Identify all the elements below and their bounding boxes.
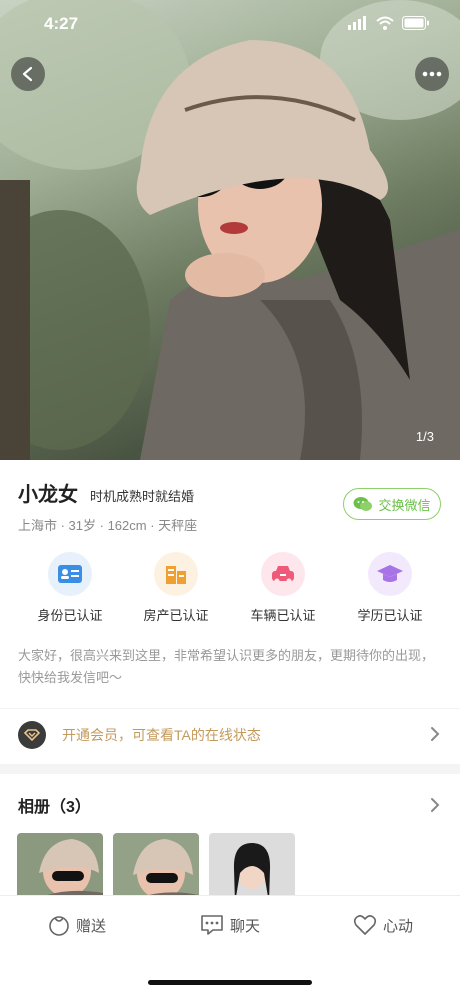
album-chevron-right-icon[interactable] xyxy=(430,797,440,813)
building-icon xyxy=(154,552,198,596)
wifi-icon xyxy=(376,16,394,30)
signal-icon xyxy=(348,16,366,30)
exchange-wechat-label: 交换微信 xyxy=(378,497,431,513)
gift-button[interactable]: 赠送 xyxy=(48,914,106,936)
more-dots-icon xyxy=(422,71,442,77)
section-divider xyxy=(0,764,460,774)
vip-diamond-icon xyxy=(18,721,46,749)
verification-badges: 身份已认证 房产已认证 车辆已认证 学历已认证 xyxy=(0,552,460,626)
chevron-right-icon xyxy=(431,727,440,741)
badge-identity-label: 身份已认证 xyxy=(37,608,103,623)
badge-property[interactable]: 房产已认证 xyxy=(121,552,231,624)
chat-button[interactable]: 聊天 xyxy=(200,914,260,936)
like-button[interactable]: 心动 xyxy=(353,914,413,936)
photo-illustration xyxy=(0,0,460,460)
badge-identity[interactable]: 身份已认证 xyxy=(15,552,125,624)
profile-motto: 时机成熟时就结婚 xyxy=(90,489,195,504)
wechat-icon xyxy=(353,497,373,511)
car-icon xyxy=(261,552,305,596)
profile-intro: 大家好，很高兴来到这里，非常希望认识更多的朋友，更期待你的出现，快快给我发信吧～ xyxy=(18,648,435,685)
exchange-wechat-button[interactable]: 交换微信 xyxy=(343,488,441,520)
id-card-icon xyxy=(48,552,92,596)
badge-vehicle[interactable]: 车辆已认证 xyxy=(228,552,338,624)
more-button[interactable] xyxy=(415,57,449,91)
heart-icon xyxy=(353,915,377,935)
chat-label: 聊天 xyxy=(230,917,261,935)
home-indicator xyxy=(148,980,312,985)
graduation-cap-icon xyxy=(368,552,412,596)
chevron-left-icon xyxy=(22,66,33,82)
profile-photo[interactable]: 4:27 1/3 xyxy=(0,0,460,460)
photo-pager: 1/3 xyxy=(415,429,434,444)
chat-icon xyxy=(201,915,223,935)
profile-name: 小龙女 xyxy=(18,484,78,506)
membership-row[interactable]: 开通会员，可查看TA的在线状态 xyxy=(0,708,460,761)
profile-meta: 上海市 · 31岁 · 162cm · 天秤座 xyxy=(18,518,198,533)
gift-label: 赠送 xyxy=(76,917,107,935)
status-bar: 4:27 xyxy=(0,0,460,48)
name-row: 小龙女 时机成熟时就结婚 xyxy=(18,478,194,507)
badge-property-label: 房产已认证 xyxy=(143,608,209,623)
battery-icon xyxy=(402,16,429,30)
album-title[interactable]: 相册（3） xyxy=(18,793,91,817)
badge-vehicle-label: 车辆已认证 xyxy=(250,608,316,623)
badge-education-label: 学历已认证 xyxy=(357,608,423,623)
membership-text: 开通会员，可查看TA的在线状态 xyxy=(62,727,261,743)
gift-icon xyxy=(49,916,69,936)
back-button[interactable] xyxy=(11,57,45,91)
status-time: 4:27 xyxy=(44,14,79,33)
like-label: 心动 xyxy=(383,917,414,935)
badge-education[interactable]: 学历已认证 xyxy=(335,552,445,624)
